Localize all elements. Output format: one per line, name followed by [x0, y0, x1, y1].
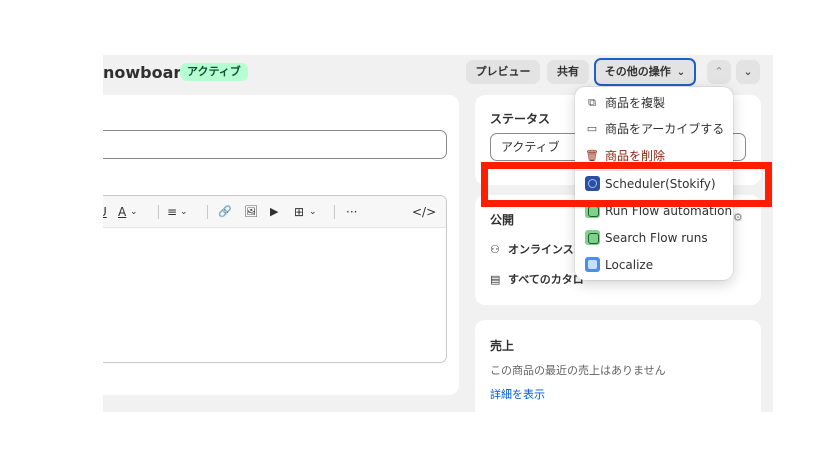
menu-item-label: 商品をアーカイブする	[605, 122, 725, 136]
chevron-down-icon: ⌄	[309, 207, 317, 217]
catalog-row: ▤ すべてのカタロ	[490, 271, 584, 287]
table-icon[interactable]: ⊞	[294, 204, 304, 220]
more-actions-label: その他の操作	[604, 65, 671, 78]
video-icon[interactable]: ▶	[270, 204, 278, 220]
menu-item-label: Search Flow runs	[605, 231, 708, 245]
link-icon[interactable]: 🔗	[218, 204, 232, 220]
toolbar-divider	[158, 205, 159, 219]
toolbar-divider	[207, 205, 208, 219]
menu-item-localize[interactable]: Localize	[585, 254, 725, 276]
toolbar-divider	[334, 205, 335, 219]
status-card-title: ステータス	[490, 112, 551, 126]
highlight-box	[481, 162, 772, 207]
menu-item-duplicate[interactable]: ⧉ 商品を複製	[585, 92, 725, 114]
online-store-row: ⚇ オンラインス	[490, 241, 574, 257]
catalog-icon: ▤	[490, 273, 501, 286]
more-formatting-button[interactable]: ···	[346, 204, 357, 220]
chevron-up-icon: ⌃	[714, 65, 724, 78]
localize-app-icon	[585, 257, 600, 272]
editor-toolbar: U A ⌄ ≡ ⌄ 🔗 🖼 ▶ ⊞ ⌄ ··· </>	[103, 196, 446, 228]
status-badge: アクティブ	[180, 63, 248, 81]
text-color-button[interactable]: A	[118, 204, 126, 220]
channel-icon: ⚇	[490, 243, 500, 256]
share-button[interactable]: 共有	[547, 60, 589, 84]
menu-item-archive[interactable]: ▭ 商品をアーカイブする	[585, 118, 725, 140]
flow-app-icon	[585, 230, 600, 245]
code-view-button[interactable]: </>	[412, 204, 436, 220]
next-product-button[interactable]: ⌄	[736, 60, 760, 84]
online-store-label: オンラインス	[508, 243, 574, 256]
menu-item-label: 商品を複製	[605, 96, 666, 110]
align-button[interactable]: ≡	[167, 204, 177, 220]
catalog-label: すべてのカタロ	[508, 273, 584, 286]
image-icon[interactable]: 🖼	[244, 204, 258, 220]
chevron-down-icon: ⌄	[130, 207, 138, 217]
publishing-card-title: 公開	[490, 213, 515, 227]
preview-button[interactable]: プレビュー	[466, 60, 540, 84]
menu-item-label: Localize	[605, 258, 654, 272]
product-details-card: U A ⌄ ≡ ⌄ 🔗 🖼 ▶ ⊞ ⌄ ··· </>	[103, 95, 459, 395]
settings-icon[interactable]: ⚙	[733, 211, 743, 224]
previous-product-button[interactable]: ⌃	[707, 60, 731, 84]
sales-empty-text: この商品の最近の売上はありません	[490, 364, 666, 377]
trash-icon: 🗑	[585, 149, 599, 162]
title-input[interactable]	[103, 130, 447, 159]
chevron-down-icon: ⌄	[676, 67, 686, 78]
screenshot-stage: nowboard アクティブ プレビュー 共有 その他の操作⌄ ⌃ ⌄ U A …	[0, 0, 828, 466]
duplicate-icon: ⧉	[588, 96, 596, 109]
more-actions-button[interactable]: その他の操作 ⌄	[594, 58, 696, 86]
menu-item-search-flow-runs[interactable]: Search Flow runs	[585, 227, 725, 249]
chevron-down-icon: ⌄	[180, 207, 188, 217]
sales-card: 売上 この商品の最近の売上はありません 詳細を表示	[475, 320, 761, 412]
chevron-down-icon: ⌄	[743, 65, 753, 78]
view-details-link[interactable]: 詳細を表示	[490, 386, 545, 402]
sales-card-title: 売上	[490, 339, 515, 353]
underline-button[interactable]: U	[103, 204, 107, 220]
description-editor[interactable]: U A ⌄ ≡ ⌄ 🔗 🖼 ▶ ⊞ ⌄ ··· </>	[103, 195, 447, 363]
archive-icon: ▭	[586, 122, 598, 135]
